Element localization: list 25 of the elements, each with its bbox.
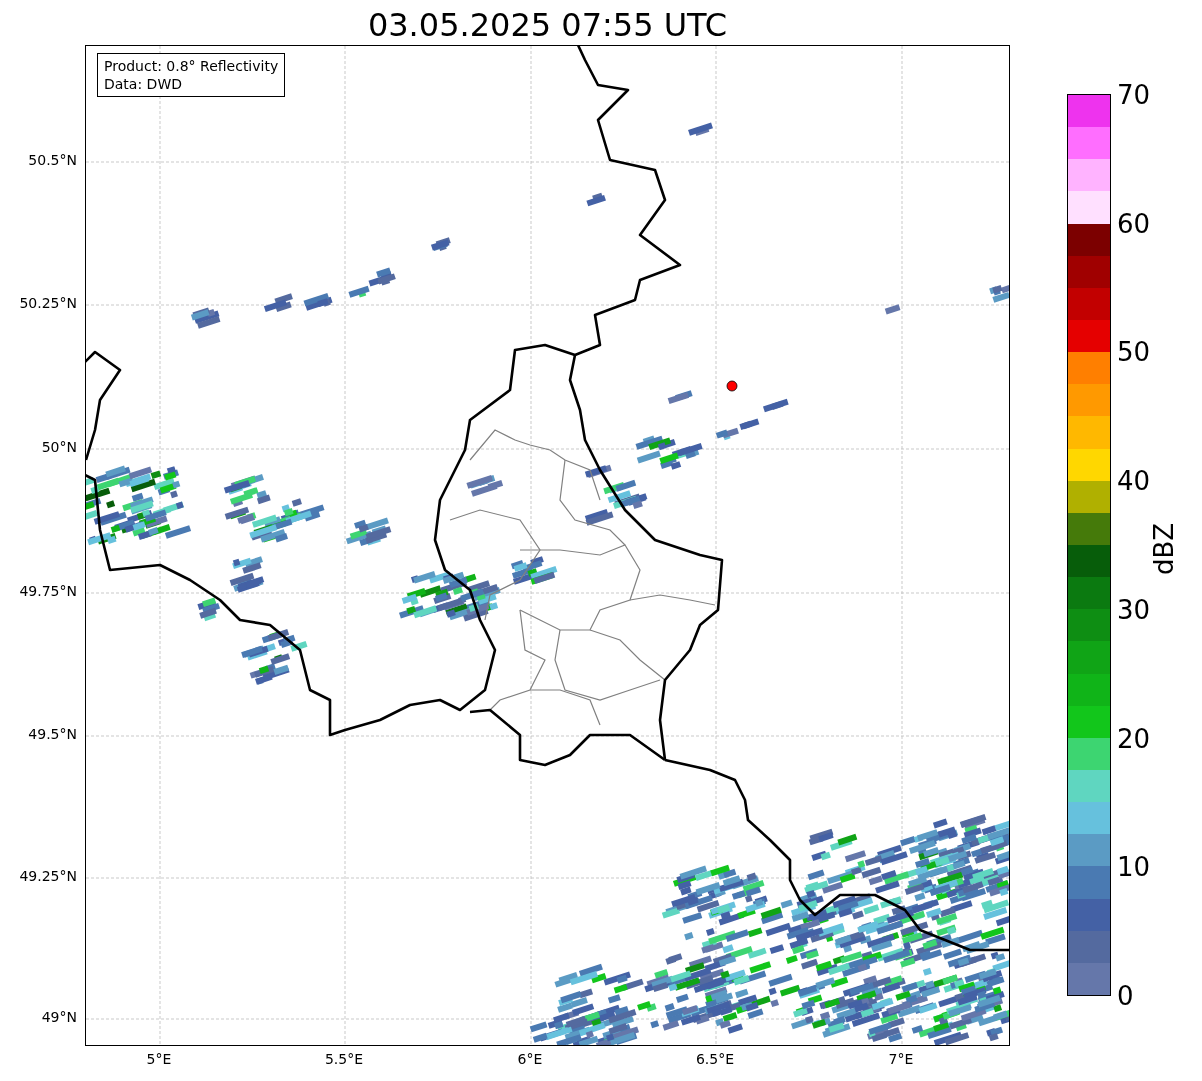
colorbar-tick-label: 30 xyxy=(1117,596,1151,623)
longitude-tick-label: 5°E xyxy=(146,1052,172,1066)
chart-title: 03.05.2025 07:55 UTC xyxy=(367,4,728,41)
colorbar-tick-label: 20 xyxy=(1117,725,1151,752)
info-text: Product: 0.8° Reflectivity xyxy=(104,57,279,75)
colorbar-tick-label: 50 xyxy=(1117,339,1151,366)
latitude-tick-label: 49.5°N xyxy=(28,727,77,741)
colorbar-tick-label: 70 xyxy=(1117,82,1151,108)
latitude-tick-label: 49°N xyxy=(41,1010,77,1024)
latitude-tick-label: 50.25°N xyxy=(19,296,77,310)
colorbar-tick-label: 10 xyxy=(1117,854,1151,881)
longitude-tick-label: 7°E xyxy=(888,1052,914,1066)
location-marker xyxy=(726,380,738,392)
colorbar-tick-label: 60 xyxy=(1117,210,1151,237)
colorbar-label: dBZ xyxy=(1151,522,1177,575)
colorbar-tick-label: 0 xyxy=(1117,983,1134,1009)
colorbar-tick-label: 40 xyxy=(1117,468,1151,495)
longitude-tick-label: 5.5°E xyxy=(324,1052,364,1066)
latitude-tick-label: 50.5°N xyxy=(28,153,77,167)
longitude-tick-label: 6°E xyxy=(517,1052,543,1066)
latitude-tick-label: 49.25°N xyxy=(19,869,77,883)
latitude-tick-label: 49.75°N xyxy=(19,584,77,598)
info-text: Data: DWD xyxy=(104,75,183,93)
longitude-tick-label: 6.5°E xyxy=(695,1052,735,1066)
latitude-tick-label: 50°N xyxy=(41,440,77,454)
